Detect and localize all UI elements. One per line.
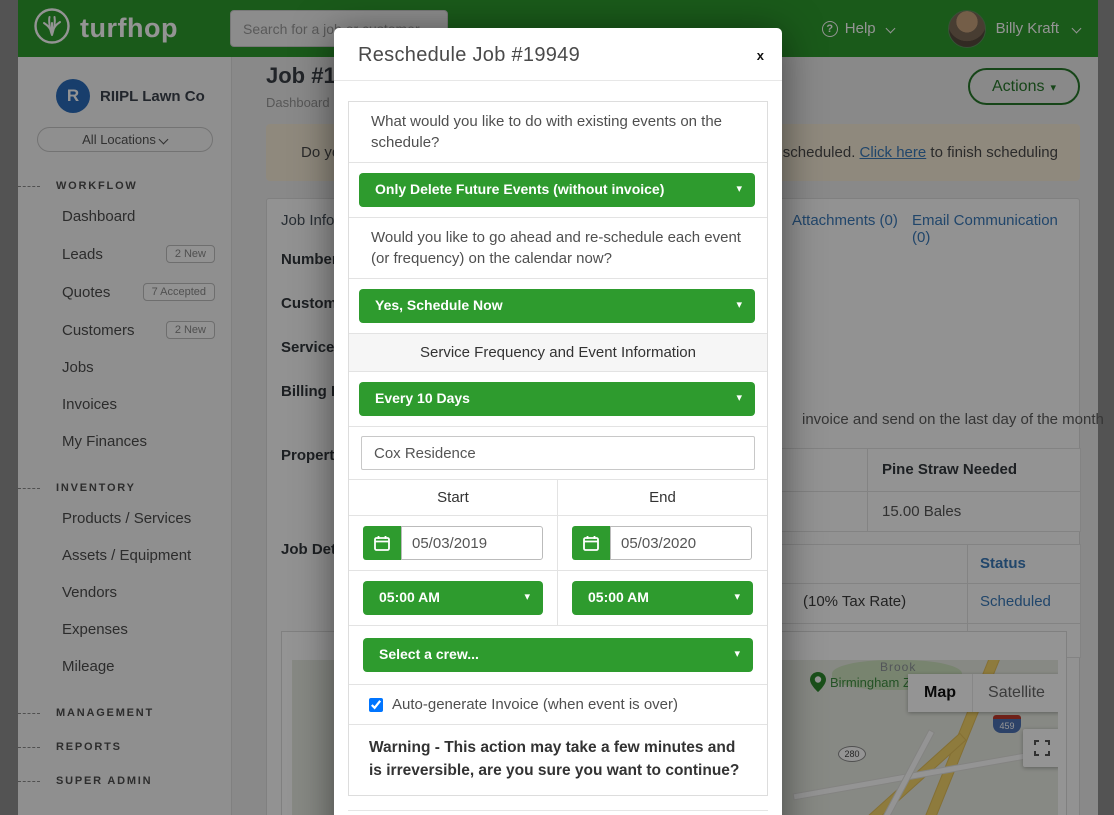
start-end-grid: Start End 05:00 AM	[349, 480, 767, 626]
caret-down-icon: ▾	[736, 298, 742, 311]
event-name-row	[349, 427, 767, 480]
caret-down-icon: ▾	[734, 590, 740, 603]
close-icon[interactable]: x	[757, 48, 764, 63]
start-calendar-button[interactable]	[363, 526, 401, 560]
reschedule-job-modal: Reschedule Job #19949 x What would you l…	[334, 28, 782, 815]
existing-events-select[interactable]: Only Delete Future Events (without invoi…	[359, 173, 755, 207]
end-calendar-button[interactable]	[572, 526, 610, 560]
start-time-row: 05:00 AM ▾	[349, 571, 558, 626]
start-column-header: Start	[349, 480, 558, 516]
reschedule-now-row: Yes, Schedule Now ▾	[349, 279, 767, 334]
reschedule-form: What would you like to do with existing …	[348, 101, 768, 796]
frequency-row: Every 10 Days ▾	[349, 372, 767, 427]
end-date-row	[558, 516, 767, 571]
crew-select[interactable]: Select a crew... ▾	[363, 638, 753, 672]
end-column-header: End	[558, 480, 767, 516]
start-date-input[interactable]	[401, 526, 543, 560]
modal-header: Reschedule Job #19949 x	[334, 28, 782, 81]
autogenerate-invoice-row: Auto-generate Invoice (when event is ove…	[349, 685, 767, 725]
existing-events-question: What would you like to do with existing …	[349, 102, 767, 163]
modal-body: What would you like to do with existing …	[334, 81, 782, 815]
start-time-select[interactable]: 05:00 AM ▾	[363, 581, 543, 615]
modal-footer: Save Close	[348, 810, 768, 815]
caret-down-icon: ▾	[736, 391, 742, 404]
event-name-input[interactable]	[361, 436, 755, 470]
end-date-input[interactable]	[610, 526, 752, 560]
autogenerate-invoice-checkbox[interactable]	[369, 698, 383, 712]
crew-row: Select a crew... ▾	[349, 626, 767, 685]
caret-down-icon: ▾	[734, 647, 740, 660]
end-time-select[interactable]: 05:00 AM ▾	[572, 581, 753, 615]
reschedule-now-select[interactable]: Yes, Schedule Now ▾	[359, 289, 755, 323]
warning-text: Warning - This action may take a few min…	[349, 725, 767, 795]
frequency-select[interactable]: Every 10 Days ▾	[359, 382, 755, 416]
start-date-row	[349, 516, 558, 571]
reschedule-question: Would you like to go ahead and re-schedu…	[349, 218, 767, 279]
end-time-row: 05:00 AM ▾	[558, 571, 767, 626]
caret-down-icon: ▾	[524, 590, 530, 603]
calendar-icon	[583, 535, 599, 551]
autogenerate-invoice-label: Auto-generate Invoice (when event is ove…	[392, 696, 678, 713]
frequency-section-header: Service Frequency and Event Information	[349, 334, 767, 372]
existing-events-row: Only Delete Future Events (without invoi…	[349, 163, 767, 218]
calendar-icon	[374, 535, 390, 551]
modal-title: Reschedule Job #19949	[358, 44, 580, 66]
caret-down-icon: ▾	[736, 182, 742, 195]
